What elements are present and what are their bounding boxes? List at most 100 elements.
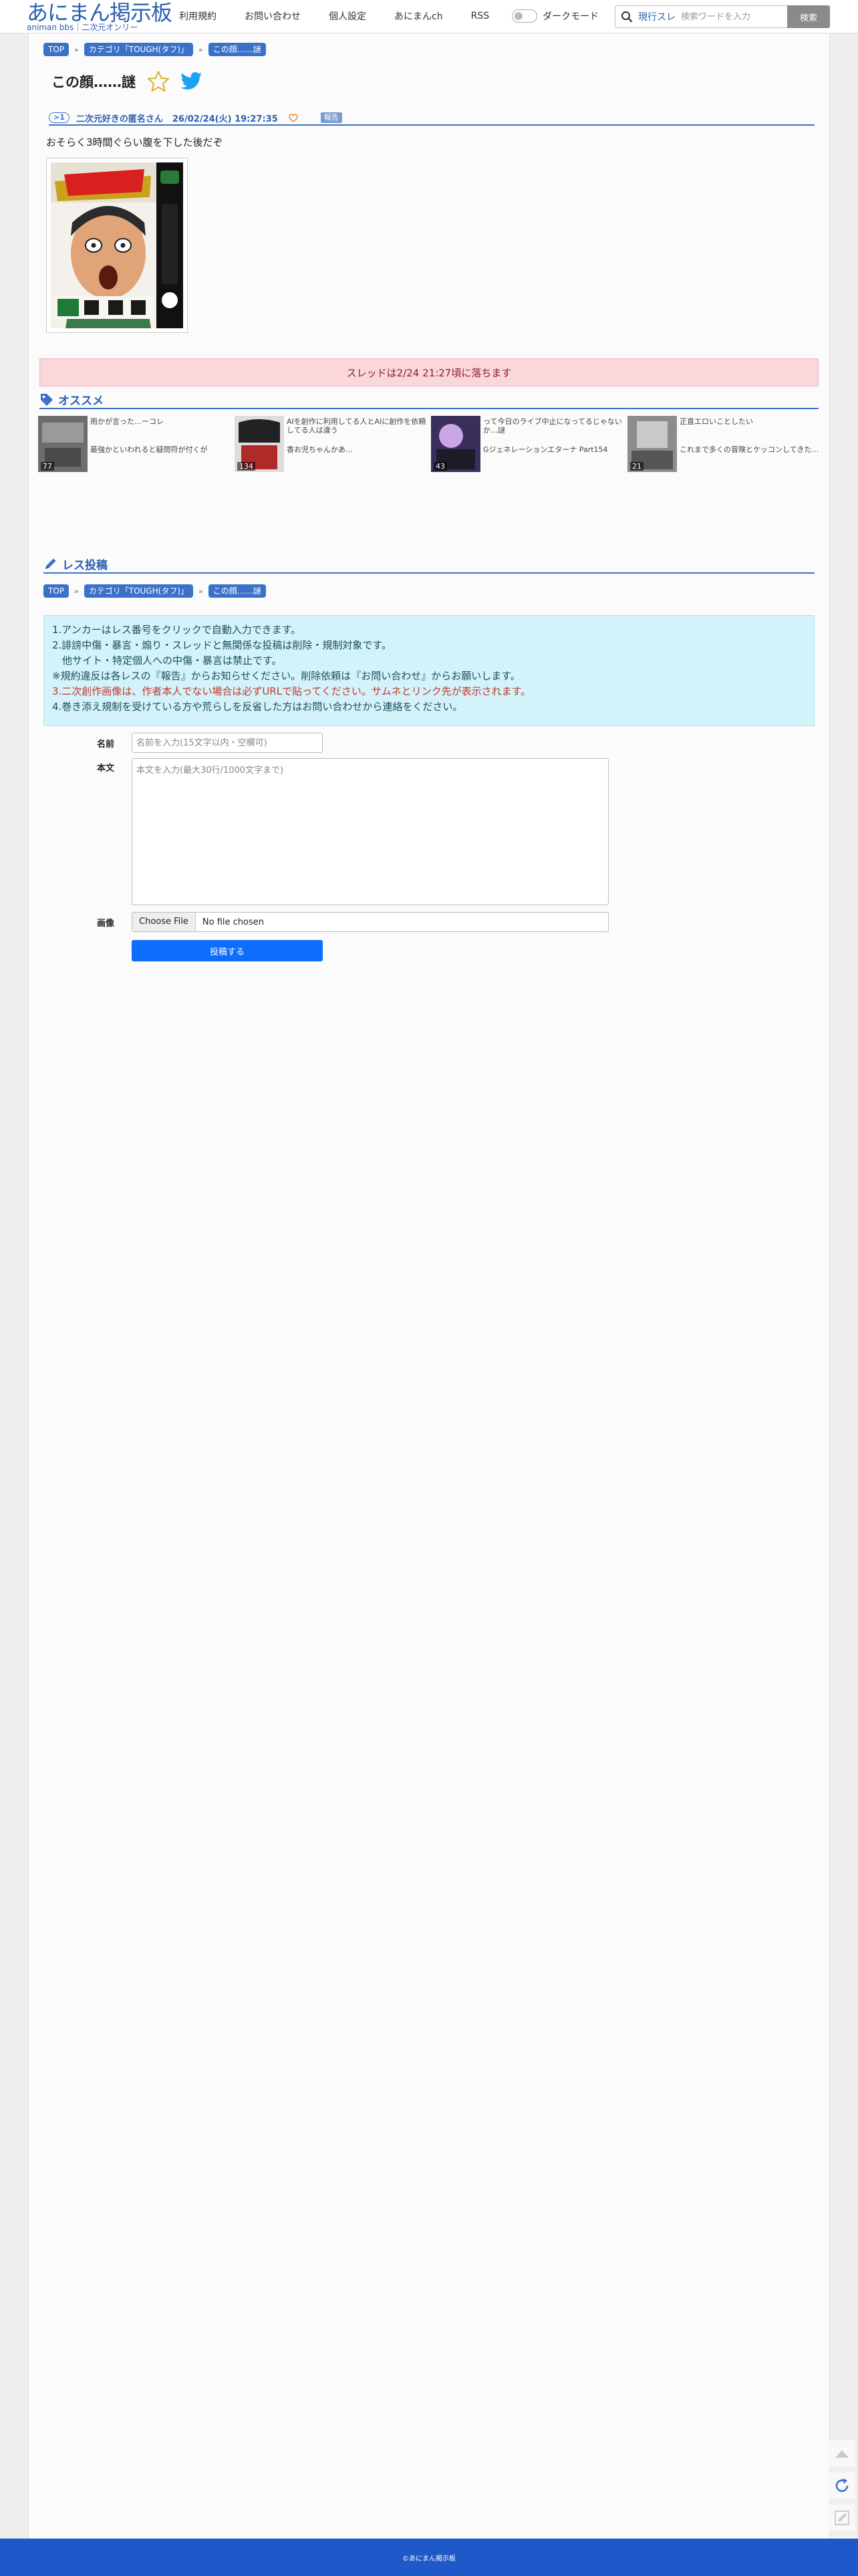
search-icon [615, 6, 638, 27]
nav-rss[interactable]: RSS [471, 11, 490, 21]
thread-expire-notice: スレッドは2/24 21:27頃に落ちます [39, 358, 819, 386]
comment-count: 77 [41, 462, 54, 471]
dark-mode-label: ダークモード [543, 11, 599, 22]
nav-animanch[interactable]: あにまんch [394, 9, 443, 23]
submit-button[interactable]: 投稿する [132, 940, 323, 961]
recommend-title: これまで多くの冒険とケッコンしてきた… [680, 445, 819, 454]
name-label: 名前 [96, 739, 114, 749]
recommend-heading: オススメ [58, 394, 104, 408]
recommend-thumbnail: 21 [627, 416, 677, 472]
breadcrumb-separator: » [198, 586, 203, 596]
edit-icon [835, 2510, 849, 2525]
site-footer: ©あにまん掲示板 [0, 2539, 858, 2576]
thread-title-row: この顔……謎 [51, 70, 202, 94]
breadcrumb-thread[interactable]: この顔……謎 [208, 43, 266, 56]
heart-icon[interactable] [289, 113, 298, 122]
tag-icon [41, 394, 53, 406]
rule-line: ※規約違反は各レスの『報告』からお知らせください。削除依頼は『お問い合わせ』から… [52, 670, 521, 682]
image-label: 画像 [96, 919, 114, 929]
rule-line: 2.誹謗中傷・暴言・煽り・スレッドと無関係な投稿は削除・規制対象です。 [52, 639, 392, 651]
recommend-title: って今日のライブ中止になってるじゃないか…謎 [483, 417, 622, 435]
name-input[interactable] [132, 733, 323, 753]
reload-icon [835, 2478, 849, 2492]
toggle-switch[interactable] [512, 9, 538, 23]
recommend-list: 77 雨かが言った…ーコレ 最強かといわれると疑問符が付くが 134 AIを創作… [38, 416, 820, 472]
recommend-title: 雨かが言った…ーコレ [90, 417, 164, 426]
rule-line: 他サイト・特定個人への中傷・暴言は禁止です。 [52, 655, 282, 667]
post-author: 二次元好きの匿名さん [76, 114, 163, 124]
recommend-title: 香お児ちゃんかあ… [287, 445, 353, 454]
post-number[interactable]: >1 [49, 112, 69, 123]
breadcrumb-separator: » [74, 586, 79, 596]
site-logo[interactable]: あにまん掲示板 animan bbs｜二次元オンリー [27, 0, 172, 32]
main-content: TOP » カテゴリ「TOUGH(タフ)」 » この顔……謎 この顔……謎 >1… [28, 33, 830, 2539]
reply-form-heading: レス投稿 [62, 558, 108, 572]
breadcrumb-top[interactable]: TOP [43, 584, 69, 598]
twitter-share-icon[interactable] [180, 72, 202, 92]
breadcrumb-separator: » [198, 45, 203, 54]
recommend-item[interactable]: 77 雨かが言った…ーコレ 最強かといわれると疑問符が付くが [38, 416, 232, 472]
search-box: 現行スレ 検索 [615, 5, 830, 28]
pencil-icon [45, 558, 56, 569]
post-image-thumbnail[interactable] [46, 158, 188, 333]
post-date: 26/02/24(火) 19:27:35 [172, 114, 278, 124]
body-textarea[interactable] [132, 758, 609, 905]
arrow-up-icon [835, 2450, 849, 2458]
reply-form-header: レス投稿 [43, 555, 815, 574]
recommend-title: Gジェネレーションエターナ Part154 [483, 445, 608, 454]
recommend-title: 正直エロいことしたい [680, 417, 753, 426]
breadcrumb-thread[interactable]: この顔……謎 [208, 584, 266, 598]
nav-settings[interactable]: 個人設定 [329, 9, 366, 23]
recommend-item[interactable]: 134 AIを創作に利用してる人とAIに創作を依頼してる人は違う 香お児ちゃんか… [235, 416, 428, 472]
write-button[interactable] [829, 2504, 855, 2531]
post-body: おそらく3時間ぐらい腹を下した後だぞ [46, 136, 223, 148]
reload-button[interactable] [829, 2472, 855, 2499]
breadcrumb-category[interactable]: カテゴリ「TOUGH(タフ)」 [84, 43, 193, 56]
recommend-item[interactable]: 43 って今日のライブ中止になってるじゃないか…謎 Gジェネレーションエターナ … [431, 416, 625, 472]
submit-row: 投稿する [29, 940, 831, 961]
body-row: 本文 [29, 758, 831, 905]
post-header: >1 二次元好きの匿名さん 26/02/24(火) 19:27:35 報告 [49, 111, 815, 126]
main-nav: 利用規約 お問い合わせ 個人設定 あにまんch RSS ダークモード [179, 0, 599, 32]
report-button[interactable]: 報告 [320, 112, 342, 123]
name-row: 名前 [29, 733, 831, 753]
nav-contact[interactable]: お問い合わせ [245, 9, 301, 23]
search-scope-select[interactable]: 現行スレ [638, 10, 676, 23]
scroll-top-button[interactable] [829, 2440, 855, 2467]
rule-line: 1.アンカーはレス番号をクリックで自動入力できます。 [52, 624, 301, 636]
breadcrumb-category[interactable]: カテゴリ「TOUGH(タフ)」 [84, 584, 193, 598]
recommend-header: オススメ [39, 390, 819, 409]
recommend-thumbnail: 77 [38, 416, 88, 472]
comment-count: 43 [434, 462, 447, 471]
recommend-thumbnail: 134 [235, 416, 284, 472]
nav-terms[interactable]: 利用規約 [179, 9, 217, 23]
posting-rules: 1.アンカーはレス番号をクリックで自動入力できます。 2.誹謗中傷・暴言・煽り・… [43, 615, 815, 726]
rule-line-warning: 3.二次創作画像は、作者本人でない場合は必ずURLで貼ってください。サムネとリン… [52, 685, 531, 697]
recommend-item[interactable]: 21 正直エロいことしたい これまで多くの冒険とケッコンしてきた… [627, 416, 821, 472]
logo-title: あにまん掲示板 [27, 0, 172, 25]
rule-line: 4.巻き添え規制を受けている方や荒らしを反省した方はお問い合わせから連絡をくださ… [52, 701, 463, 713]
recommend-title: 最強かといわれると疑問符が付くが [90, 445, 208, 454]
body-label: 本文 [96, 764, 114, 774]
thread-title: この顔……謎 [51, 74, 136, 90]
manga-cover-image [51, 162, 183, 328]
search-input[interactable] [681, 7, 781, 26]
footer-copyright: ©あにまん掲示板 [402, 2555, 456, 2563]
breadcrumb-separator: » [74, 45, 79, 54]
recommend-thumbnail: 43 [431, 416, 480, 472]
favorite-star-icon[interactable] [146, 70, 170, 94]
choose-file-button[interactable]: Choose File [132, 913, 196, 931]
search-button[interactable]: 検索 [787, 5, 830, 28]
comment-count: 21 [630, 462, 644, 471]
breadcrumb-bottom: TOP » カテゴリ「TOUGH(タフ)」 » この顔……謎 [43, 584, 266, 598]
site-header: あにまん掲示板 animan bbs｜二次元オンリー 利用規約 お問い合わせ 個… [0, 0, 858, 33]
image-file-input[interactable]: Choose File No file chosen [132, 912, 609, 932]
breadcrumb-top[interactable]: TOP [43, 43, 69, 56]
file-status: No file chosen [202, 917, 264, 927]
toggle-knob [515, 12, 523, 20]
recommend-title: AIを創作に利用してる人とAIに創作を依頼してる人は違う [287, 417, 426, 435]
breadcrumb: TOP » カテゴリ「TOUGH(タフ)」 » この顔……謎 [43, 43, 266, 56]
comment-count: 134 [237, 462, 255, 471]
dark-mode-toggle[interactable]: ダークモード [512, 9, 599, 23]
image-row: 画像 Choose File No file chosen [29, 912, 831, 932]
